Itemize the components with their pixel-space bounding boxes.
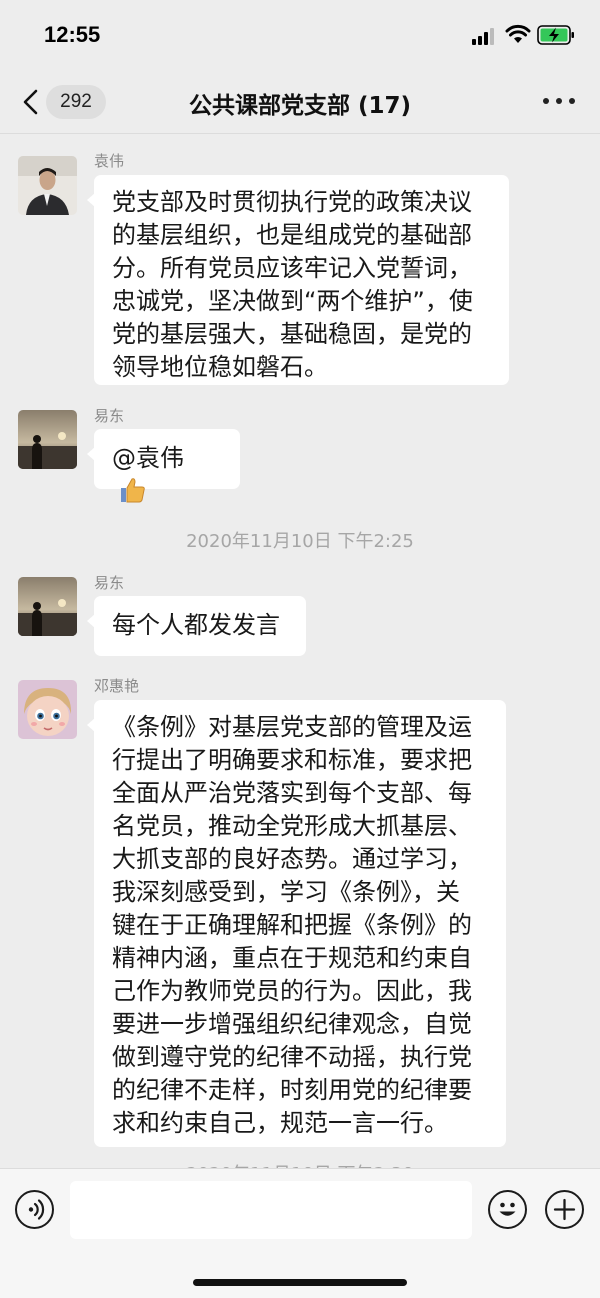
message-line: 全面从严治党落实到每个支部、每 [112,779,472,807]
status-bar: 12:55 [0,0,600,70]
avatar-sunset-icon [18,577,77,636]
message-line: 忠诚党，坚决做到“两个维护”，使 [112,287,473,315]
message-input[interactable] [70,1181,472,1239]
message-bubble[interactable]: 党支部及时贯彻执行党的政策决议 的基层组织，也是组成党的基础部 分。所有党员应该… [87,175,509,385]
avatar-cartoon-girl-icon [18,680,77,739]
wifi-icon [505,24,531,43]
avatar[interactable] [18,680,77,739]
message-line: 领导地位稳如磐石。 [112,353,328,381]
message-line: 大抓支部的良好态势。通过学习， [112,845,472,873]
message-line: 做到遵守党的纪律不动摇，执行党 [112,1043,472,1071]
avatar-sunset-icon [18,410,77,469]
emoji-icon[interactable] [488,1190,527,1229]
battery-charging-icon [537,25,574,45]
sender-name: 袁伟 [94,152,125,170]
cellular-signal-icon [472,27,498,45]
message-line: 名党员，推动全党形成大抓基层、 [112,812,472,840]
voice-input-icon[interactable] [15,1190,54,1229]
avatar[interactable] [18,156,77,215]
avatar-photo-icon [18,156,77,215]
sender-name: 易东 [94,407,125,425]
message-line: 的纪律不走样，时刻用党的纪律要 [112,1076,472,1104]
sender-name: 邓惠艳 [94,677,140,695]
thumbs-up-icon [121,478,145,503]
message-line: 的基层组织，也是组成党的基础部 [112,221,472,249]
more-options-icon[interactable] [543,98,575,106]
message-bubble[interactable]: 每个人都发发言 [87,596,306,656]
chat-header: 292 公共课部党支部 (17) [0,70,600,134]
message-text: @袁伟 [112,444,184,472]
message-timestamp: 2020年11月10日 下午2:25 [186,531,414,552]
message-line: 求和约束自己，规范一言一行。 [112,1109,448,1137]
add-attachment-icon[interactable] [545,1190,584,1229]
message-text: 每个人都发发言 [112,611,280,639]
unread-count-badge[interactable]: 292 [46,85,106,119]
message-line: 《条例》对基层党支部的管理及运 [112,713,472,741]
message-line: 精神内涵，重点在于规范和约束自 [112,944,472,972]
chat-input-bar [0,1168,600,1298]
message-line: 我深刻感受到，学习《条例》，关 [112,878,460,906]
message-line: 党的基层强大，基础稳固，是党的 [112,320,472,348]
avatar[interactable] [18,577,77,636]
status-time: 12:55 [44,22,101,47]
message-line: 键在于正确理解和把握《条例》的 [112,911,472,939]
home-indicator[interactable] [193,1279,407,1286]
avatar[interactable] [18,410,77,469]
message-line: 行提出了明确要求和标准，要求把 [112,746,472,774]
message-bubble[interactable]: @袁伟 [87,429,240,503]
back-chevron-icon[interactable] [20,88,42,116]
chat-title: 公共课部党支部 (17) [188,93,412,119]
message-line: 要进一步增强组织纪律观念，自觉 [112,1010,472,1038]
message-bubble[interactable]: 《条例》对基层党支部的管理及运 行提出了明确要求和标准，要求把 全面从严治党落实… [87,700,506,1147]
message-line: 分。所有党员应该牢记入党誓词， [112,254,472,282]
message-line: 党支部及时贯彻执行党的政策决议 [112,188,472,216]
message-line: 己作为教师党员的行为。因此，我 [112,977,472,1005]
sender-name: 易东 [94,574,125,592]
